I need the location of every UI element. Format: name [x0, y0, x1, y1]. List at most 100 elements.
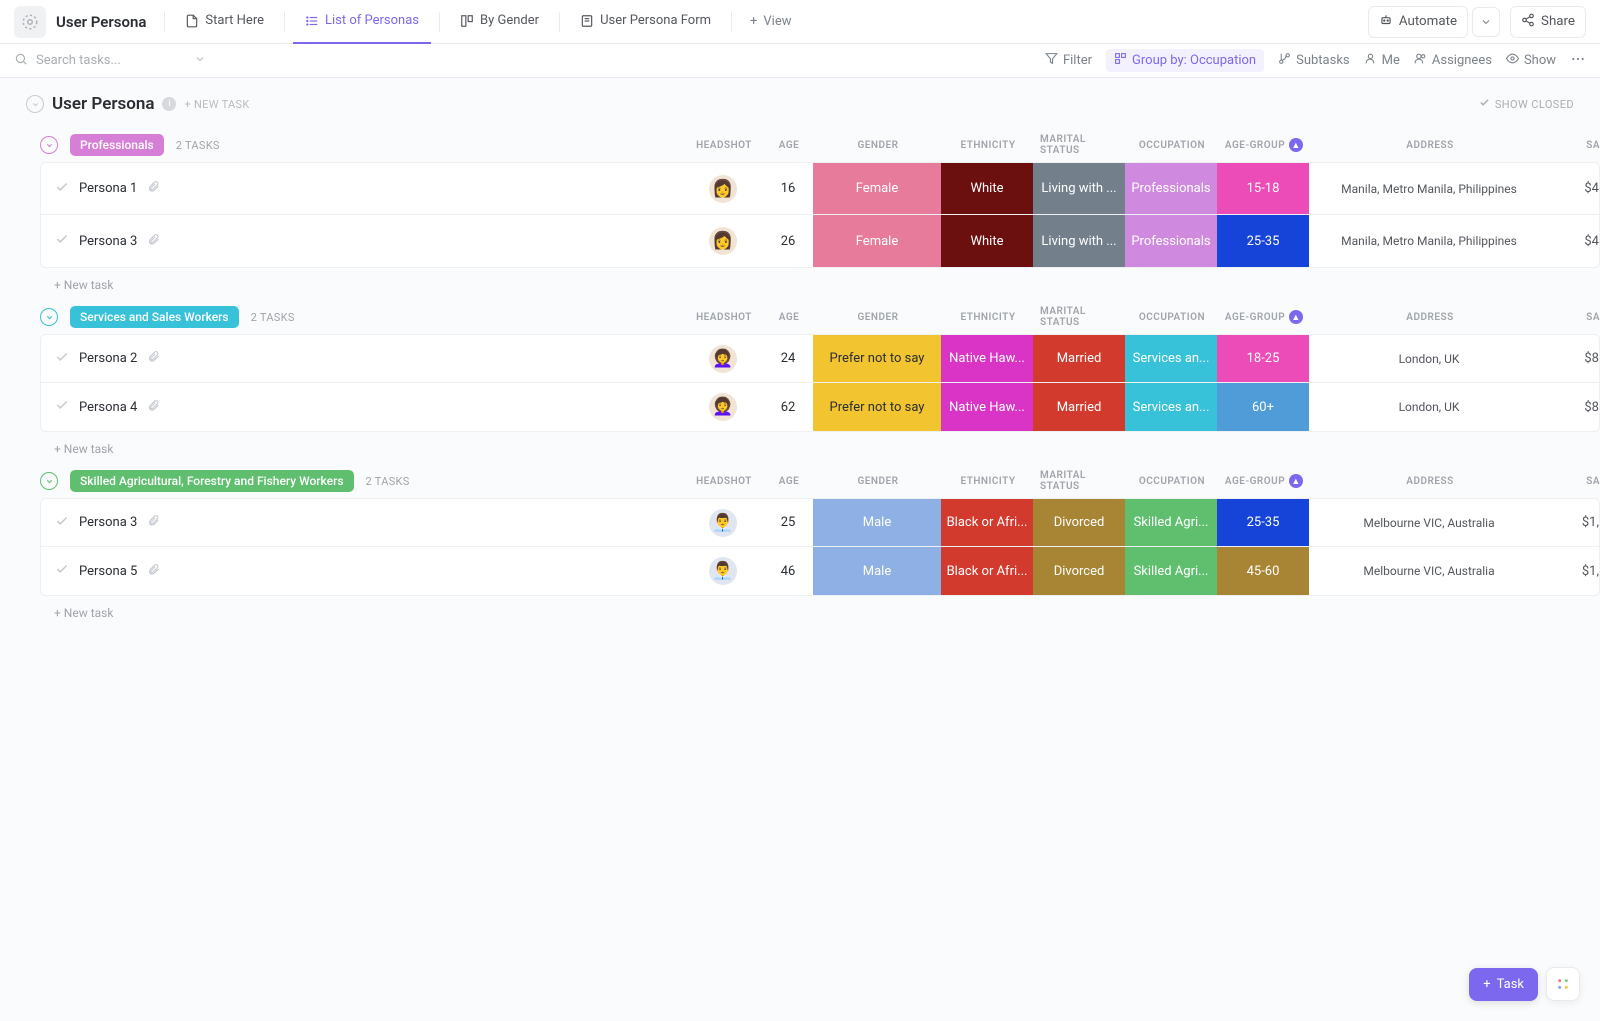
col-salary[interactable]: SA [1550, 140, 1600, 151]
cell[interactable]: Prefer not to say [813, 383, 941, 431]
cell[interactable]: White [941, 215, 1033, 267]
address-cell[interactable]: London, UK [1309, 383, 1549, 431]
automate-chevron[interactable] [1472, 7, 1500, 37]
group-caret[interactable] [40, 472, 58, 490]
add-view-button[interactable]: + View [740, 14, 802, 29]
cell[interactable]: Divorced [1033, 499, 1125, 546]
cell[interactable]: Divorced [1033, 547, 1125, 595]
headshot-cell[interactable]: 👩‍🦱 [683, 335, 763, 382]
cell[interactable]: 18-25 [1217, 335, 1309, 382]
col-marital[interactable]: MARITAL STATUS [1034, 134, 1126, 156]
cell[interactable]: 45-60 [1217, 547, 1309, 595]
cell[interactable]: Male [813, 547, 941, 595]
attachment-icon[interactable] [147, 350, 160, 367]
cell[interactable]: Living with ... [1033, 163, 1125, 214]
cell[interactable]: Living with ... [1033, 215, 1125, 267]
col-marital[interactable]: MARITAL STATUS [1034, 470, 1126, 492]
task-row[interactable]: Persona 4 👩‍🦱 62 Prefer not to say Nativ… [41, 383, 1599, 431]
col-headshot[interactable]: HEADSHOT [684, 476, 764, 487]
status-icon[interactable] [55, 562, 69, 580]
task-row[interactable]: Persona 3 👩 26 Female White Living with … [41, 215, 1599, 267]
col-headshot[interactable]: HEADSHOT [684, 312, 764, 323]
me-button[interactable]: Me [1364, 52, 1400, 69]
address-cell[interactable]: Melbourne VIC, Australia [1309, 547, 1549, 595]
group-caret[interactable] [40, 136, 58, 154]
col-salary[interactable]: SA [1550, 476, 1600, 487]
col-age-group[interactable]: AGE-GROUP▲ [1218, 474, 1310, 488]
automate-button[interactable]: Automate [1368, 6, 1468, 38]
attachment-icon[interactable] [147, 514, 160, 531]
chevron-down-icon[interactable] [194, 53, 206, 69]
group-pill[interactable]: Services and Sales Workers [70, 306, 239, 328]
col-headshot[interactable]: HEADSHOT [684, 140, 764, 151]
salary-cell[interactable]: $1, [1549, 499, 1599, 546]
task-row[interactable]: Persona 5 👨‍💼 46 Male Black or Afri... D… [41, 547, 1599, 595]
salary-cell[interactable]: $8 [1549, 383, 1599, 431]
salary-cell[interactable]: $4 [1549, 215, 1599, 267]
age-cell[interactable]: 24 [763, 335, 813, 382]
cell[interactable]: Married [1033, 335, 1125, 382]
app-icon[interactable] [14, 6, 46, 38]
cell[interactable]: Female [813, 163, 941, 214]
status-icon[interactable] [55, 232, 69, 250]
cell[interactable]: Black or Afri... [941, 547, 1033, 595]
col-address[interactable]: ADDRESS [1310, 476, 1550, 487]
col-salary[interactable]: SA [1550, 312, 1600, 323]
filter-button[interactable]: Filter [1045, 52, 1092, 69]
new-task-fab[interactable]: + Task [1469, 968, 1538, 1001]
col-occupation[interactable]: OCCUPATION [1126, 312, 1218, 323]
headshot-cell[interactable]: 👩 [683, 163, 763, 214]
cell[interactable]: Female [813, 215, 941, 267]
show-closed-button[interactable]: SHOW CLOSED [1479, 97, 1574, 111]
add-task-row[interactable]: + New task [40, 596, 1600, 620]
cell[interactable]: Professionals [1125, 163, 1217, 214]
col-gender[interactable]: GENDER [814, 312, 942, 323]
address-cell[interactable]: Melbourne VIC, Australia [1309, 499, 1549, 546]
info-icon[interactable]: i [162, 97, 176, 111]
assignees-button[interactable]: Assignees [1414, 52, 1492, 69]
headshot-cell[interactable]: 👨‍💼 [683, 547, 763, 595]
cell[interactable]: Native Haw... [941, 335, 1033, 382]
group-by-button[interactable]: Group by: Occupation [1106, 49, 1264, 72]
cell[interactable]: Skilled Agri... [1125, 499, 1217, 546]
cell[interactable]: Married [1033, 383, 1125, 431]
col-age-group[interactable]: AGE-GROUP▲ [1218, 310, 1310, 324]
apps-fab[interactable] [1546, 967, 1580, 1001]
list-caret[interactable] [26, 95, 44, 113]
attachment-icon[interactable] [147, 399, 160, 416]
cell[interactable]: 25-35 [1217, 215, 1309, 267]
status-icon[interactable] [55, 180, 69, 198]
cell[interactable]: 15-18 [1217, 163, 1309, 214]
salary-cell[interactable]: $8 [1549, 335, 1599, 382]
col-address[interactable]: ADDRESS [1310, 140, 1550, 151]
col-ethnicity[interactable]: ETHNICITY [942, 140, 1034, 151]
add-task-row[interactable]: + New task [40, 268, 1600, 292]
cell[interactable]: White [941, 163, 1033, 214]
cell[interactable]: 25-35 [1217, 499, 1309, 546]
address-cell[interactable]: Manila, Metro Manila, Philippines [1309, 163, 1549, 214]
col-ethnicity[interactable]: ETHNICITY [942, 312, 1034, 323]
age-cell[interactable]: 25 [763, 499, 813, 546]
tab-user-persona-form[interactable]: User Persona Form [568, 0, 723, 44]
cell[interactable]: Black or Afri... [941, 499, 1033, 546]
cell[interactable]: Services an... [1125, 383, 1217, 431]
subtasks-button[interactable]: Subtasks [1278, 52, 1350, 69]
col-occupation[interactable]: OCCUPATION [1126, 476, 1218, 487]
task-row[interactable]: Persona 1 👩 16 Female White Living with … [41, 163, 1599, 215]
col-age[interactable]: AGE [764, 140, 814, 151]
age-cell[interactable]: 16 [763, 163, 813, 214]
age-cell[interactable]: 26 [763, 215, 813, 267]
cell[interactable]: 60+ [1217, 383, 1309, 431]
search-input[interactable] [36, 53, 186, 68]
status-icon[interactable] [55, 514, 69, 532]
cell[interactable]: Male [813, 499, 941, 546]
attachment-icon[interactable] [147, 180, 160, 197]
tab-list-of-personas[interactable]: List of Personas [293, 0, 431, 44]
cell[interactable]: Services an... [1125, 335, 1217, 382]
status-icon[interactable] [55, 398, 69, 416]
group-pill[interactable]: Skilled Agricultural, Forestry and Fishe… [70, 470, 354, 492]
age-cell[interactable]: 46 [763, 547, 813, 595]
salary-cell[interactable]: $4 [1549, 163, 1599, 214]
tab-start-here[interactable]: Start Here [173, 0, 276, 44]
cell[interactable]: Prefer not to say [813, 335, 941, 382]
